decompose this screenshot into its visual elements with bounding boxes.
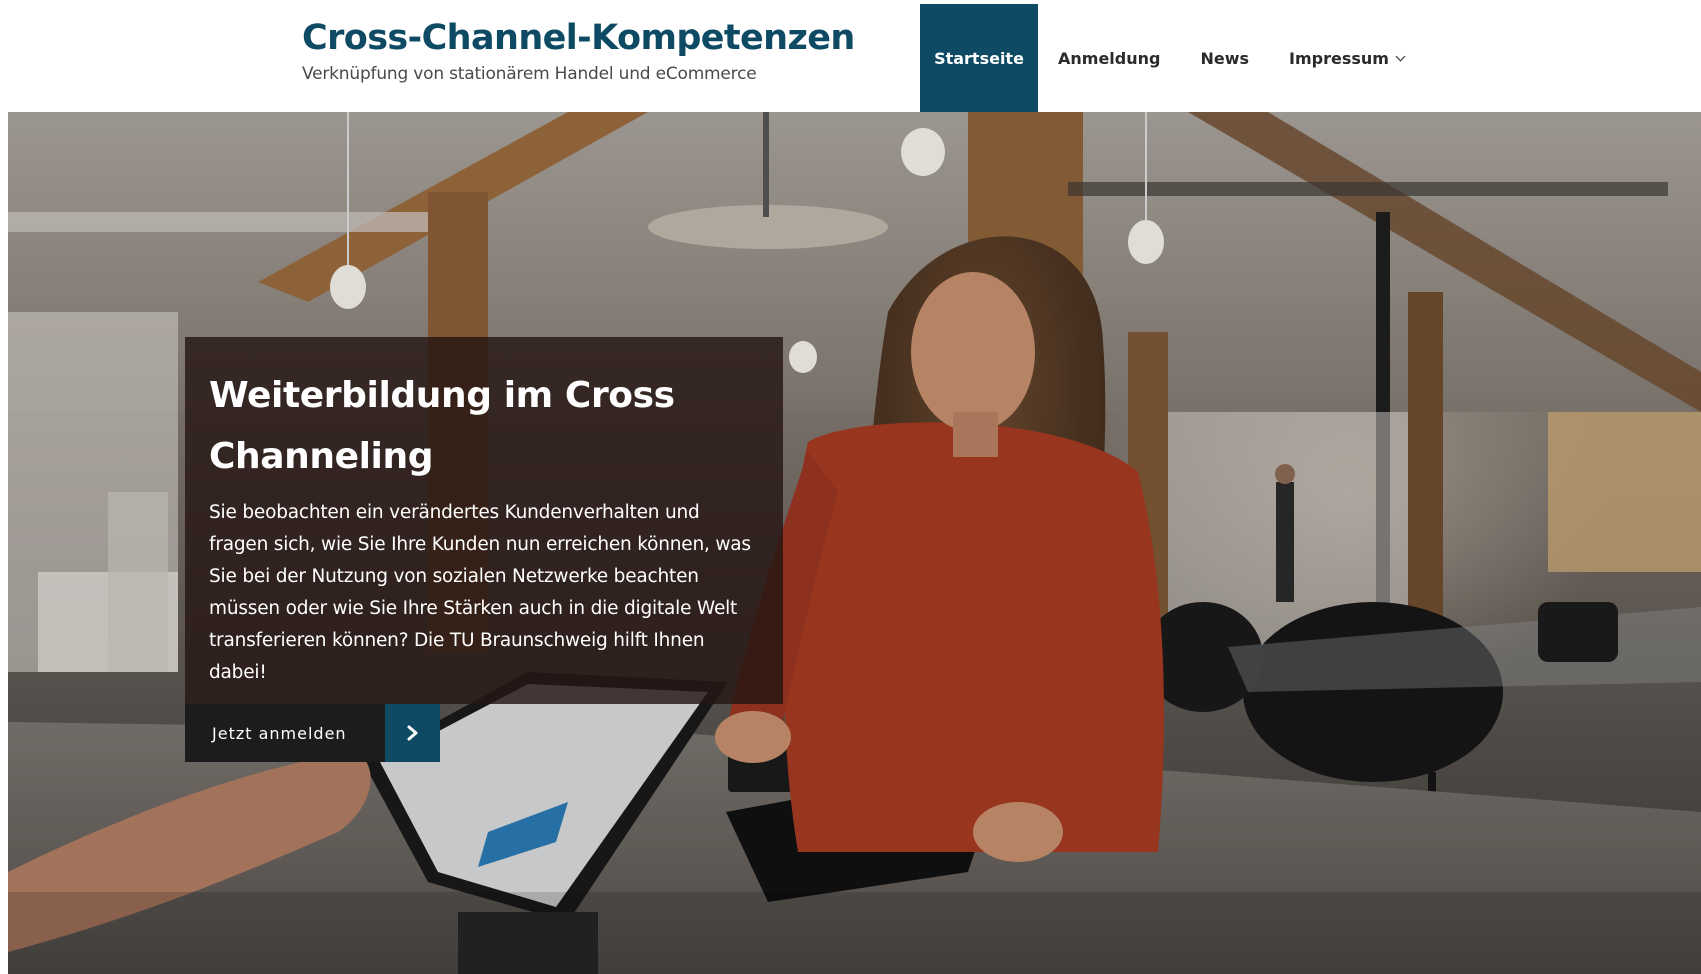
nav-item-news[interactable]: News [1180,4,1269,112]
register-now-button[interactable]: Jetzt anmelden [185,704,440,762]
hero-caption: Weiterbildung im Cross Channeling Sie be… [185,337,783,704]
hero-heading: Weiterbildung im Cross Channeling [209,375,675,477]
hero-slider: Weiterbildung im Cross Channeling Sie be… [8,112,1701,974]
nav-item-label: Impressum [1289,48,1389,68]
nav-item-startseite[interactable]: Startseite [920,4,1038,112]
main-nav: Startseite Anmeldung News Impressum [920,4,1424,112]
chevron-down-icon [1395,51,1406,61]
nav-item-label: Startseite [934,48,1024,68]
site-title[interactable]: Cross-Channel-Kompetenzen [302,18,855,58]
site-header: Cross-Channel-Kompetenzen Verknüpfung vo… [0,0,1701,112]
page: Cross-Channel-Kompetenzen Verknüpfung vo… [0,0,1701,974]
site-tagline: Verknüpfung von stationärem Handel und e… [302,64,757,84]
nav-item-label: Anmeldung [1058,48,1161,68]
brand: Cross-Channel-Kompetenzen Verknüpfung vo… [302,18,855,84]
nav-item-anmeldung[interactable]: Anmeldung [1038,4,1180,112]
register-now-label: Jetzt anmelden [185,704,385,762]
nav-item-label: News [1200,48,1250,68]
nav-item-impressum[interactable]: Impressum [1269,4,1424,112]
chevron-right-icon[interactable] [385,704,440,762]
hero-description: Sie beobachten ein verändertes Kundenver… [209,502,751,683]
